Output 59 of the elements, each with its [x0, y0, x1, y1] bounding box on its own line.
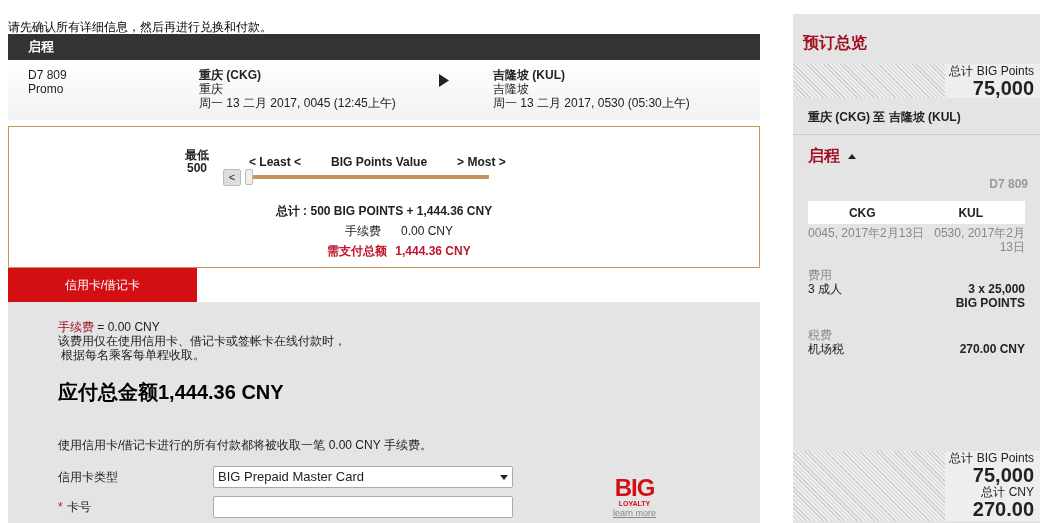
tax-value: 270.00 CNY — [959, 342, 1025, 356]
fees-value: BIG POINTS — [955, 296, 1025, 310]
destination-code: 吉隆坡 (KUL) — [493, 68, 566, 82]
fee-label: 手续费 — [345, 223, 381, 240]
slider-title: BIG Points Value — [331, 154, 428, 171]
tax-item: 机场税 — [808, 342, 844, 356]
arrival-time: 周一 13 二月 2017, 0530 (05:30上午) — [493, 96, 690, 110]
fee-note: 根据每名乘客每单程收取。 — [60, 348, 206, 362]
fees-item: 3 成人 — [808, 282, 842, 298]
fees-label: 费用 — [808, 268, 833, 282]
payment-tab[interactable]: 信用卡/借记卡 — [8, 268, 197, 302]
fee-note: 该费用仅在使用信用卡、借记卡或签帐卡在线付款时， — [58, 334, 347, 348]
total-points-value: 75,000 — [972, 78, 1034, 98]
departure-time: 周一 13 二月 2017, 0045 (12:45上午) — [199, 96, 397, 110]
collapse-arrow-icon[interactable] — [848, 153, 856, 159]
destination-city: 吉隆坡 — [493, 82, 530, 96]
origin-city: 重庆 — [199, 82, 224, 96]
total-points-label: 总计 BIG Points — [949, 64, 1034, 78]
destination-code: KUL — [957, 205, 985, 220]
most-label: > Most > — [457, 154, 506, 171]
amount-due-heading: 应付总金额1,444.36 CNY — [58, 380, 285, 404]
departure-time: 0045, 2017年2月13日 — [808, 226, 926, 242]
section-title: 启程 — [808, 149, 840, 163]
card-type-select[interactable]: BIG Prepaid Master Card — [213, 466, 513, 488]
summary-title: 预订总览 — [801, 33, 868, 53]
total-points-value: 75,000 — [972, 465, 1034, 485]
flight-number: D7 809 — [989, 176, 1029, 191]
slider-thumb[interactable] — [245, 169, 253, 185]
total-points-label: 总计 BIG Points — [949, 451, 1034, 465]
points-slider[interactable] — [245, 169, 489, 185]
fees-value: 3 x 25,000 — [968, 282, 1025, 296]
notice-text: 请先确认所有详细信息，然后再进行兑换和付款。 — [8, 20, 273, 34]
fare-type: Promo — [28, 82, 65, 96]
card-fee-note: 使用信用卡/借记卡进行的所有付款都将被收取一笔 0.00 CNY 手续费。 — [58, 438, 433, 452]
least-label: < Least < — [249, 154, 302, 171]
slider-left-button[interactable]: < — [223, 169, 241, 186]
play-arrow-icon — [439, 74, 449, 87]
origin-code: 重庆 (CKG) — [199, 68, 262, 82]
card-type-label: 信用卡类型 — [58, 470, 119, 484]
total-cny-value: 270.00 — [972, 499, 1034, 519]
minimum-value: 500 — [187, 162, 207, 175]
card-number-label: 卡号 — [66, 500, 91, 514]
fee-value: 0.00 CNY — [401, 223, 453, 240]
amount-due-label: 需支付总额 — [327, 243, 388, 260]
arrival-time: 0530, 2017年2月13日 — [933, 226, 1025, 254]
route-summary: 重庆 (CKG) 至 吉隆坡 (KUL) — [793, 98, 1040, 135]
section-title: 启程 — [28, 38, 54, 57]
flight-number: D7 809 — [28, 68, 68, 82]
fee-summary: 手续费 = 0.00 CNY — [58, 320, 161, 334]
dropdown-caret-icon — [500, 474, 508, 480]
total-points: 总计 : 500 BIG POINTS + 1,444.36 CNY — [275, 203, 493, 220]
amount-due-value: 1,444.36 CNY — [395, 243, 471, 260]
logo-big: BIG — [614, 476, 655, 500]
card-number-field[interactable] — [213, 496, 513, 518]
minimum-label: 最低 — [185, 149, 209, 162]
required-mark: * — [58, 500, 63, 514]
total-cny-label: 总计 CNY — [981, 485, 1034, 499]
origin-code: CKG — [847, 205, 877, 220]
tax-label: 税费 — [808, 328, 833, 342]
